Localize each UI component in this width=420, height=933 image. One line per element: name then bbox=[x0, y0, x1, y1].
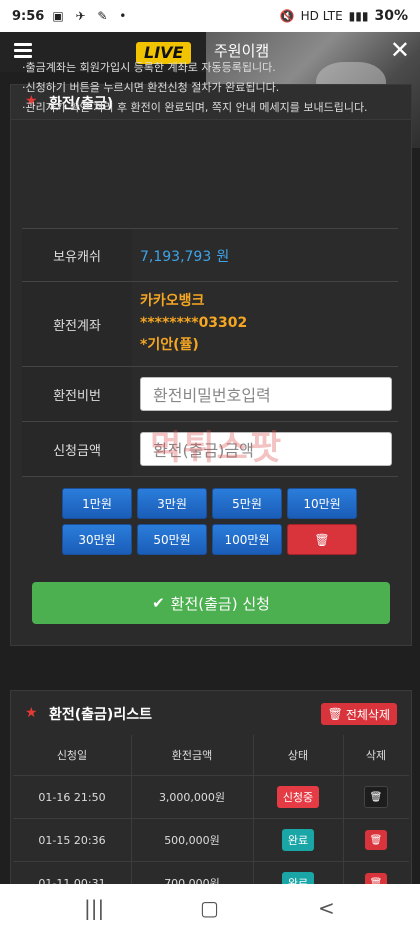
amount-button-10[interactable]: 10만원 bbox=[287, 488, 357, 519]
delete-row-button[interactable]: 🗑 bbox=[365, 830, 387, 850]
back-icon[interactable]: < bbox=[318, 896, 335, 920]
notice-item: ·관리자가 확인 처리 후 환전이 완료되며, 쪽지 안내 메세지를 보내드립니… bbox=[22, 101, 368, 114]
row-status-cell: 완료 bbox=[253, 819, 343, 861]
cash-label: 보유캐쉬 bbox=[22, 229, 132, 281]
account-info: 카카오뱅크 ********03302 *기안(퓰) bbox=[140, 290, 247, 356]
amount-button-3[interactable]: 3만원 bbox=[137, 488, 207, 519]
header-status: 상태 bbox=[287, 749, 309, 762]
cash-row: 보유캐쉬 7,193,793 원 bbox=[22, 229, 398, 282]
status-bar: 9:56 ▣ ✈ ✎ • 🔇 HD LTE ▮▮▮ 30% bbox=[0, 0, 420, 32]
table-row: 01-15 20:36 500,000원 완료 🗑 bbox=[13, 819, 409, 862]
header-amount: 환전금액 bbox=[171, 749, 213, 762]
amount-label: 신청금액 bbox=[22, 422, 132, 476]
amount-button-100[interactable]: 100만원 bbox=[212, 524, 282, 555]
password-label: 환전비번 bbox=[22, 367, 132, 421]
row-amount: 500,000원 bbox=[164, 834, 220, 847]
amount-button-30[interactable]: 30만원 bbox=[62, 524, 132, 555]
row-amount: 3,000,000원 bbox=[158, 791, 226, 804]
history-table: 신청일 환전금액 상태 삭제 01-16 21:50 3,000,000원 신청… bbox=[13, 735, 409, 905]
password-row: 환전비번 환전비밀번호입력 bbox=[22, 367, 398, 422]
cash-value: 7,193,793 bbox=[140, 249, 212, 265]
header-date: 신청일 bbox=[56, 749, 88, 762]
status-right: 🔇 HD LTE ▮▮▮ 30% bbox=[280, 0, 408, 32]
signal-icon: ▮▮▮ bbox=[348, 9, 369, 23]
bank-name: 카카오뱅크 bbox=[140, 293, 205, 309]
history-title: 환전(출금)리스트 bbox=[49, 707, 152, 723]
account-row: 환전계좌 카카오뱅크 ********03302 *기안(퓰) bbox=[22, 282, 398, 367]
submit-label: 환전(출금) 신청 bbox=[170, 594, 270, 613]
recent-apps-icon[interactable]: ||| bbox=[84, 896, 104, 920]
row-status-cell: 신청중 bbox=[253, 776, 343, 818]
withdraw-form: 보유캐쉬 7,193,793 원 환전계좌 카카오뱅크 ********0330… bbox=[22, 228, 398, 477]
account-number: ********03302 bbox=[140, 315, 248, 331]
account-label: 환전계좌 bbox=[22, 282, 132, 366]
cash-value-wrap: 7,193,793 원 bbox=[140, 246, 229, 266]
network-label: HD LTE bbox=[300, 9, 343, 23]
row-delete-cell: 🗑 bbox=[343, 776, 409, 818]
account-holder: *기안(퓰) bbox=[140, 337, 199, 353]
cash-unit: 원 bbox=[216, 249, 230, 265]
star-icon: ★ bbox=[25, 705, 38, 721]
status-badge: 신청중 bbox=[276, 786, 320, 808]
delete-row-button[interactable]: 🗑 bbox=[364, 786, 388, 808]
delete-all-button[interactable]: 🗑 전체삭제 bbox=[320, 703, 397, 725]
close-icon[interactable]: ✕ bbox=[390, 36, 410, 64]
clear-amount-button[interactable]: 🗑 bbox=[287, 524, 357, 555]
amount-wrap: 환전(출금)금액 bbox=[140, 432, 392, 466]
battery-level: 30% bbox=[374, 8, 408, 24]
amount-button-1[interactable]: 1만원 bbox=[62, 488, 132, 519]
menu-icon[interactable] bbox=[14, 43, 32, 59]
home-icon[interactable]: ▢ bbox=[200, 896, 219, 920]
amount-button-50[interactable]: 50만원 bbox=[137, 524, 207, 555]
check-icon: ✔ bbox=[152, 594, 165, 612]
mute-icon: 🔇 bbox=[279, 9, 295, 23]
status-badge: 완료 bbox=[281, 829, 315, 851]
trash-icon: 🗑 bbox=[327, 707, 343, 721]
status-time: 9:56 bbox=[12, 8, 45, 24]
amount-input[interactable]: 환전(출금)금액 bbox=[140, 432, 392, 466]
row-delete-cell: 🗑 bbox=[343, 819, 409, 861]
amount-row: 신청금액 환전(출금)금액 bbox=[22, 422, 398, 477]
delete-all-label: 전체삭제 bbox=[345, 707, 390, 722]
notice-list: ·출금계좌는 회원가입시 등록한 계좌로 자동등록됩니다. ·신청하기 버튼을 … bbox=[22, 58, 392, 118]
notification-icons: ▣ ✈ ✎ • bbox=[52, 9, 131, 23]
notice-item: ·신청하기 버튼을 누르시면 환전신청 절차가 완료됩니다. bbox=[22, 81, 280, 94]
row-date: 01-16 21:50 bbox=[38, 790, 106, 804]
system-nav-bar: ||| ▢ < bbox=[0, 884, 420, 933]
table-header-row: 신청일 환전금액 상태 삭제 bbox=[13, 735, 409, 776]
table-row: 01-16 21:50 3,000,000원 신청중 🗑 bbox=[13, 776, 409, 819]
submit-button[interactable]: ✔ 환전(출금) 신청 bbox=[32, 582, 390, 624]
password-input[interactable]: 환전비밀번호입력 bbox=[140, 377, 392, 411]
notice-item: ·출금계좌는 회원가입시 등록한 계좌로 자동등록됩니다. bbox=[22, 61, 276, 74]
trash-icon: 🗑 bbox=[314, 532, 330, 547]
row-date: 01-15 20:36 bbox=[38, 833, 106, 847]
password-wrap: 환전비밀번호입력 bbox=[140, 377, 392, 411]
amount-button-5[interactable]: 5만원 bbox=[212, 488, 282, 519]
header-delete: 삭제 bbox=[365, 749, 387, 762]
